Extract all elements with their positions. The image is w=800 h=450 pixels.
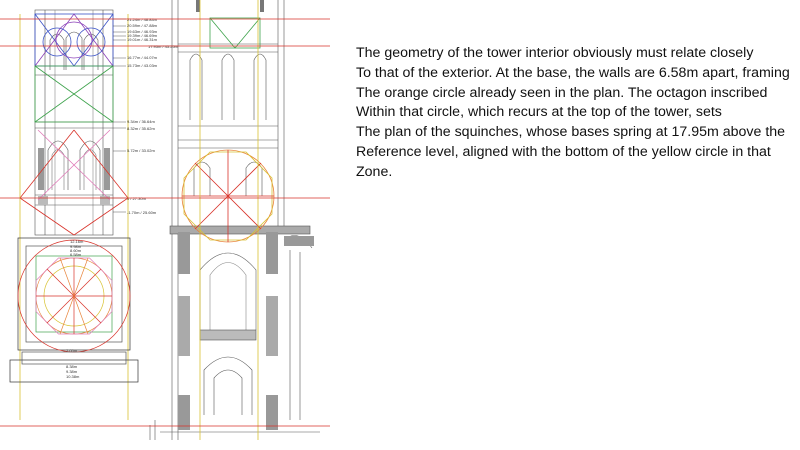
elev-label-9: 9.34m / 36.64m xyxy=(127,119,155,124)
plan-label-4: 6.58m xyxy=(70,252,82,257)
elev-label-7: 16.77m / 44.07m xyxy=(127,55,158,60)
tower-plan xyxy=(9,237,139,383)
elev-label-6: 17.95m / 45.25m xyxy=(148,44,179,49)
elev-label-2: 20.59m / 47.88m xyxy=(127,23,158,28)
plan-dimension-labels: 12.16m 9.98m 8.60m 6.58m 7.05m 8.38m 9.3… xyxy=(66,239,84,379)
paragraph-line-7: Zone. xyxy=(356,163,393,180)
tower-section xyxy=(149,0,320,440)
presentation-slide: 21.24m / 48.84m 20.59m / 47.88m 19.63m /… xyxy=(0,0,800,450)
elev-label-11: 5.72m / 33.02m xyxy=(127,148,155,153)
paragraph-line-5: The plan of the squinches, whose bases s… xyxy=(356,124,786,141)
elev-label-5: 19.01m / 46.31m xyxy=(127,37,158,42)
paragraph-line-2: To that of the exterior. At the base, th… xyxy=(356,64,790,81)
exterior-elevation xyxy=(34,9,114,236)
paragraph-line-1: The geometry of the tower interior obvio… xyxy=(356,45,754,61)
elev-label-1: 21.24m / 48.84m xyxy=(127,17,158,22)
elev-label-12: 0 / 27.30m xyxy=(127,196,147,201)
tower-elevation-section-drawing: 21.24m / 48.84m 20.59m / 47.88m 19.63m /… xyxy=(0,0,330,440)
plan-label-5: 7.05m xyxy=(66,348,78,353)
elev-label-8: 15.73m / 43.03m xyxy=(127,63,158,68)
elevation-dimension-labels: 21.24m / 48.84m 20.59m / 47.88m 19.63m /… xyxy=(100,17,180,215)
paragraph-line-3: The orange circle already seen in the pl… xyxy=(356,84,768,101)
elev-label-10: 8.32m / 35.62m xyxy=(127,126,155,131)
construction-geometry-section xyxy=(181,0,275,440)
slide-paragraph: The geometry of the tower interior obvio… xyxy=(356,44,796,183)
paragraph-line-6: Reference level, aligned with the bottom… xyxy=(356,143,771,160)
paragraph-line-4: Within that circle, which recurs at the … xyxy=(356,104,722,121)
elev-label-13: -1.70m / 25.60m xyxy=(127,210,157,215)
plan-label-8: 10.38m xyxy=(66,374,80,379)
reference-lines xyxy=(0,18,330,427)
